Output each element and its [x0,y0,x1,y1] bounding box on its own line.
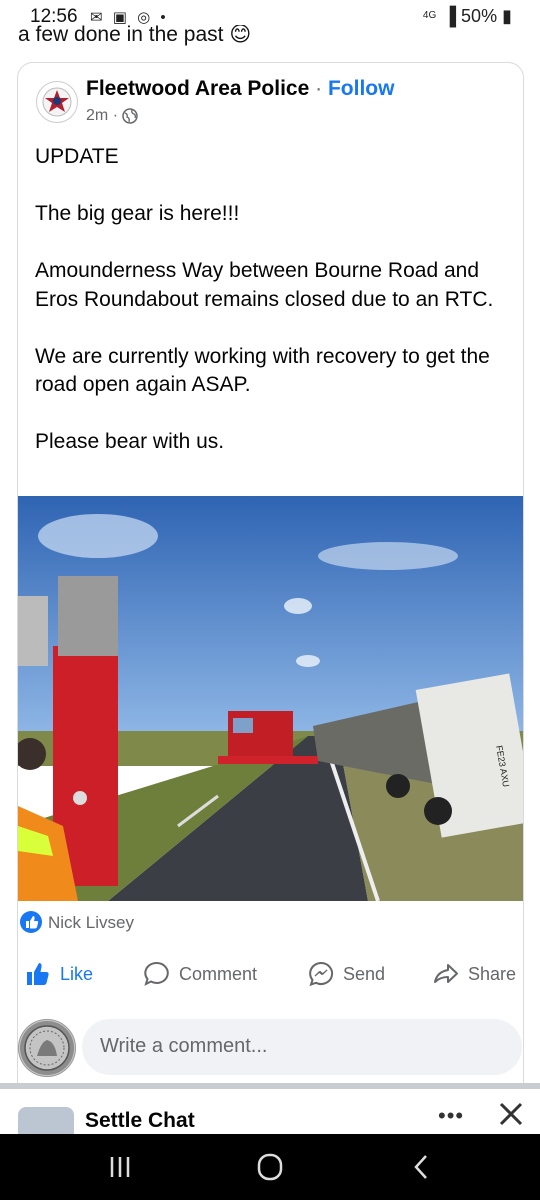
next-post-title[interactable]: Settle Chat [85,1109,195,1133]
next-post-avatar[interactable] [18,1107,74,1137]
like-reaction-icon [20,911,42,933]
like-label: Like [60,963,94,984]
post-card: Fleetwood Area Police · Follow 2m · UPDA… [17,62,524,1104]
comment-label: Comment [179,963,258,984]
user-avatar[interactable] [18,1019,76,1077]
comment-placeholder: Write a comment... [100,1035,268,1057]
post-paragraph: The big gear is here!!! [35,202,240,225]
header-separator: · [315,77,323,100]
reactions-row[interactable]: Nick Livsey [18,901,523,945]
notification-icons: ✉ ▣ ◎ • [90,8,169,26]
battery-level: 50% [461,6,498,26]
battery-icon: ▮ [502,6,512,26]
share-button[interactable]: Share [432,960,516,988]
globe-icon [122,108,139,124]
recent-apps-icon[interactable] [100,1152,140,1182]
post-paragraph: Amounderness Way between Bourne Road and… [35,259,494,311]
post-meta: 2m · [86,107,139,125]
more-options-button[interactable]: ••• [438,1103,464,1129]
thumbs-up-icon [27,963,49,985]
back-icon[interactable] [402,1152,442,1182]
comment-input[interactable]: Write a comment... [82,1019,522,1075]
coin-avatar-icon [20,1021,74,1075]
dot-icon: • [160,9,169,26]
share-label: Share [468,963,517,984]
network-type: 4G [422,10,437,21]
smile-emoji-icon: 😊 [229,25,252,46]
notification-icon: ✉ [90,9,106,26]
post-body: UPDATE The big gear is here!!! Amoundern… [35,143,510,485]
page-avatar[interactable] [36,81,78,123]
messenger-icon: ◎ [137,9,154,26]
share-arrow-icon [434,964,458,983]
gallery-icon: ▣ [112,9,130,26]
post-time[interactable]: 2m [86,107,108,124]
previous-post-text-content: a few done in the past [18,25,224,46]
page-name-link[interactable]: Fleetwood Area Police [86,77,309,100]
system-navigation-bar [0,1134,540,1200]
post-paragraph: We are currently working with recovery t… [35,344,490,397]
comment-composer: Write a comment... [18,1016,523,1077]
post-header: Fleetwood Area Police · Follow [86,77,394,101]
like-button[interactable]: Like [24,960,93,988]
police-badge-icon [42,87,72,117]
meta-separator: · [112,107,119,124]
send-label: Send [343,963,386,984]
next-post-header: Settle Chat ••• [0,1089,540,1137]
comment-button[interactable]: Comment [143,960,257,988]
messenger-send-icon [309,961,334,987]
post-photo[interactable]: FE23 AXU [18,496,523,902]
status-right: 4G ▐ 50% ▮ [423,6,512,27]
post-paragraph: Please bear with us. [35,430,225,453]
close-icon[interactable] [496,1099,526,1129]
post-paragraph: UPDATE [35,145,119,168]
comment-bubble-icon [144,961,169,986]
home-icon[interactable] [250,1152,290,1182]
reactor-name: Nick Livsey [48,913,134,932]
follow-button[interactable]: Follow [328,77,395,100]
previous-post-text: a few done in the past 😊 [18,25,251,47]
signal-icon: ▐ [443,6,457,26]
overturned-lorry-photo: FE23 AXU [18,496,523,902]
send-button[interactable]: Send [307,960,385,988]
post-actions: Like Comment Send Share [18,946,523,1002]
